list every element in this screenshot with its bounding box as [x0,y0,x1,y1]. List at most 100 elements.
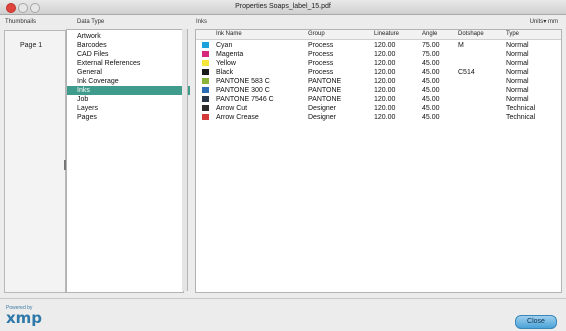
window-title: Properties Soaps_label_15.pdf [235,3,331,10]
cell-group: Process [308,69,334,76]
data-type-item[interactable]: Layers [77,104,177,113]
ink-swatch [202,42,209,48]
table-row[interactable]: PANTONE 300 C PANTONE 120.00 45.00 Normal [196,86,561,95]
data-type-item[interactable]: Inks [67,86,190,95]
cell-lineature: 120.00 [374,87,396,94]
cell-name: Arrow Cut [216,105,248,112]
cell-dotshape: M [458,42,464,49]
xmp-brand: xmp [6,309,43,327]
properties-window: Properties Soaps_label_15.pdf Thumbnails… [0,0,566,331]
title-bar: Properties Soaps_label_15.pdf [0,0,566,15]
ink-swatch [202,105,209,111]
table-row[interactable]: Arrow Crease Designer 120.00 45.00 Technical [196,113,561,122]
cell-type: Normal [506,69,529,76]
data-type-item[interactable]: Ink Coverage [77,77,177,86]
ink-swatch [202,114,209,120]
inks-header: Inks [196,19,208,25]
cell-group: PANTONE [308,87,342,94]
cell-lineature: 120.00 [374,69,396,76]
cell-name: PANTONE 300 C [216,87,270,94]
data-type-item[interactable]: Pages [77,113,177,122]
cell-type: Normal [506,87,529,94]
cell-type: Normal [506,78,529,85]
cell-lineature: 120.00 [374,78,396,85]
cell-type: Normal [506,96,529,103]
ink-swatch [202,96,209,102]
cell-name: Magenta [216,51,244,58]
cell-lineature: 120.00 [374,105,396,112]
cell-lineature: 120.00 [374,51,396,58]
table-row[interactable]: Arrow Cut Designer 120.00 45.00 Technical [196,104,561,113]
cell-angle: 45.00 [422,105,440,112]
table-row[interactable]: PANTONE 583 C PANTONE 120.00 45.00 Normal [196,77,561,86]
cell-angle: 45.00 [422,96,440,103]
data-type-item[interactable]: Barcodes [77,41,177,50]
cell-group: PANTONE [308,78,342,85]
panel-resize-handle[interactable] [64,160,66,170]
cell-type: Normal [506,51,529,58]
cell-group: Process [308,42,334,49]
cell-group: Process [308,51,334,58]
column-angle[interactable]: Angle [422,31,437,37]
cell-name: Yellow [216,60,236,67]
cell-group: Designer [308,114,337,121]
column-dotshape[interactable]: Dotshape [458,31,484,37]
column-lineature[interactable]: Lineature [374,31,399,37]
ink-swatch [202,87,209,93]
cell-angle: 45.00 [422,69,440,76]
cell-angle: 75.00 [422,51,440,58]
thumbnails-panel[interactable] [4,30,66,293]
cell-lineature: 120.00 [374,114,396,121]
cell-name: PANTONE 7546 C [216,96,274,103]
cell-type: Technical [506,105,536,112]
units-dropdown[interactable]: Units▾ mm [530,18,558,25]
data-type-item[interactable]: General [77,68,177,77]
ink-swatch [202,69,209,75]
cell-name: Arrow Crease [216,114,259,121]
cell-type: Normal [506,60,529,67]
table-row[interactable]: Black Process 120.00 45.00 C514 Normal [196,68,561,77]
cell-angle: 45.00 [422,87,440,94]
cell-angle: 45.00 [422,114,440,121]
inks-table: Ink Name Group Lineature Angle Dotshape … [195,29,562,293]
column-group[interactable]: Group [308,31,325,37]
column-type[interactable]: Type [506,31,519,37]
chevron-down-icon: ▾ [543,19,547,25]
cell-name: Cyan [216,42,233,49]
table-row[interactable]: Magenta Process 120.00 75.00 Normal [196,50,561,59]
cell-name: Black [216,69,234,76]
data-type-list[interactable]: Artwork Barcodes CAD Files External Referen… [66,29,190,293]
data-type-item[interactable]: CAD Files [77,50,177,59]
cell-name: PANTONE 583 C [216,78,270,85]
cell-angle: 45.00 [422,78,440,85]
cell-group: PANTONE [308,96,342,103]
cell-angle: 45.00 [422,60,440,67]
cell-lineature: 120.00 [374,96,396,103]
data-type-item[interactable]: External References [77,59,177,68]
table-row[interactable]: Yellow Process 120.00 45.00 Normal [196,59,561,68]
data-type-item[interactable]: Artwork [77,32,177,41]
thumbnails-header: Thumbnails [5,19,37,25]
cell-type: Technical [506,114,536,121]
table-row[interactable]: Cyan Process 120.00 75.00 M Normal [196,41,561,50]
data-type-scrollbar[interactable] [182,29,188,291]
xmp-logo: Powered by xmp [6,305,42,327]
cell-group: Designer [308,105,337,112]
table-row[interactable]: PANTONE 7546 C PANTONE 120.00 45.00 Normal [196,95,561,104]
ink-swatch [202,60,209,66]
inks-table-header: Ink Name Group Lineature Angle Dotshape … [196,30,561,40]
units-value: mm [548,19,558,25]
ink-swatch [202,51,209,57]
cell-group: Process [308,60,334,67]
cell-lineature: 120.00 [374,60,396,67]
cell-dotshape: C514 [458,69,475,76]
units-label: Units [529,19,544,25]
column-ink-name[interactable]: Ink Name [216,31,242,37]
cell-type: Normal [506,42,529,49]
ink-swatch [202,78,209,84]
footer-divider [0,298,566,299]
close-button[interactable]: Close [515,315,557,329]
cell-angle: 75.00 [422,42,440,49]
data-type-item[interactable]: Job [77,95,177,104]
page-thumbnail-label[interactable]: Page 1 [20,42,42,49]
